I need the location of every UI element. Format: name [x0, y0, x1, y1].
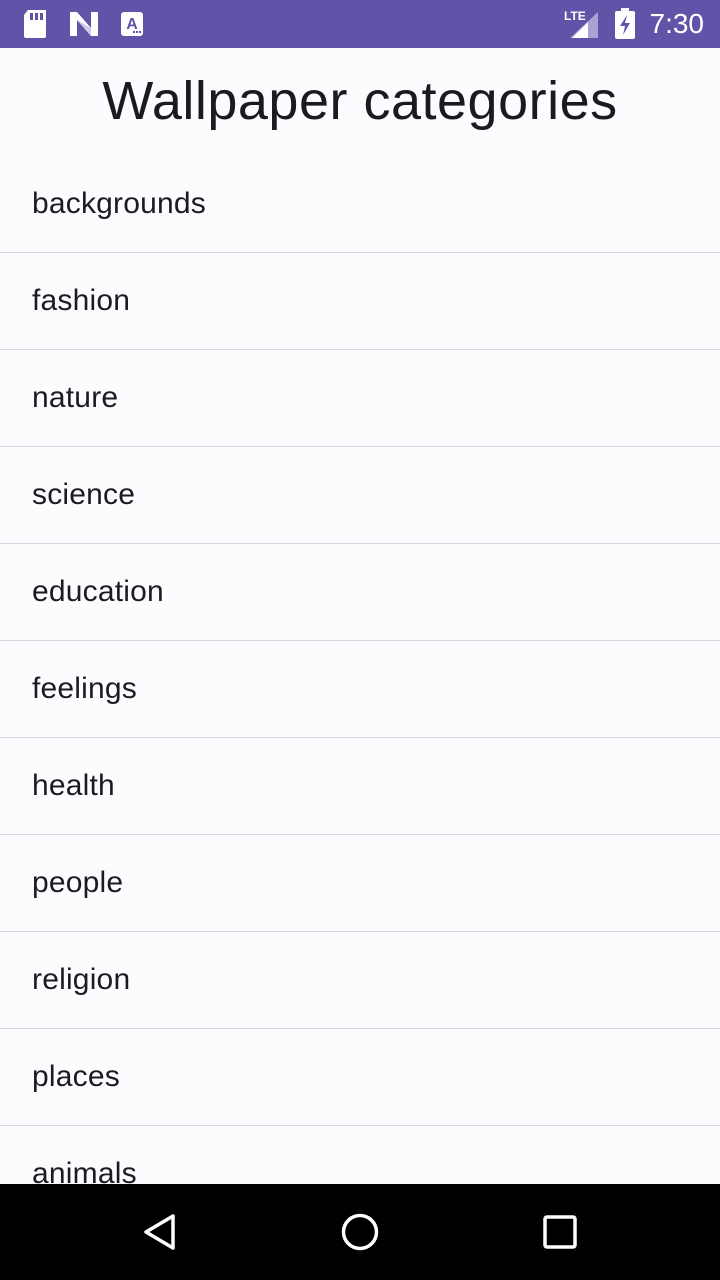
- category-item-feelings[interactable]: feelings: [0, 641, 720, 738]
- home-icon[interactable]: [336, 1208, 384, 1256]
- a-notification-icon: A: [120, 8, 144, 40]
- category-item-nature[interactable]: nature: [0, 350, 720, 447]
- n-notification-icon: [68, 8, 100, 40]
- svg-text:A: A: [126, 16, 138, 33]
- category-item-health[interactable]: health: [0, 738, 720, 835]
- category-item-science[interactable]: science: [0, 447, 720, 544]
- category-item-animals[interactable]: animals: [0, 1126, 720, 1184]
- navigation-bar: [0, 1184, 720, 1280]
- category-list: backgrounds fashion nature science educa…: [0, 156, 720, 1184]
- category-item-places[interactable]: places: [0, 1029, 720, 1126]
- status-time: 7:30: [649, 8, 705, 39]
- lte-signal-icon: LTE: [562, 8, 602, 40]
- page-title: Wallpaper categories: [102, 71, 618, 131]
- status-bar: A LTE 7:30: [0, 0, 720, 48]
- back-icon[interactable]: [136, 1208, 184, 1256]
- battery-charging-icon: [614, 8, 636, 40]
- network-label: LTE: [564, 9, 586, 23]
- category-item-backgrounds[interactable]: backgrounds: [0, 156, 720, 253]
- category-item-fashion[interactable]: fashion: [0, 253, 720, 350]
- recents-icon[interactable]: [536, 1208, 584, 1256]
- category-item-people[interactable]: people: [0, 835, 720, 932]
- sd-card-icon: [22, 8, 48, 40]
- category-item-religion[interactable]: religion: [0, 932, 720, 1029]
- category-item-education[interactable]: education: [0, 544, 720, 641]
